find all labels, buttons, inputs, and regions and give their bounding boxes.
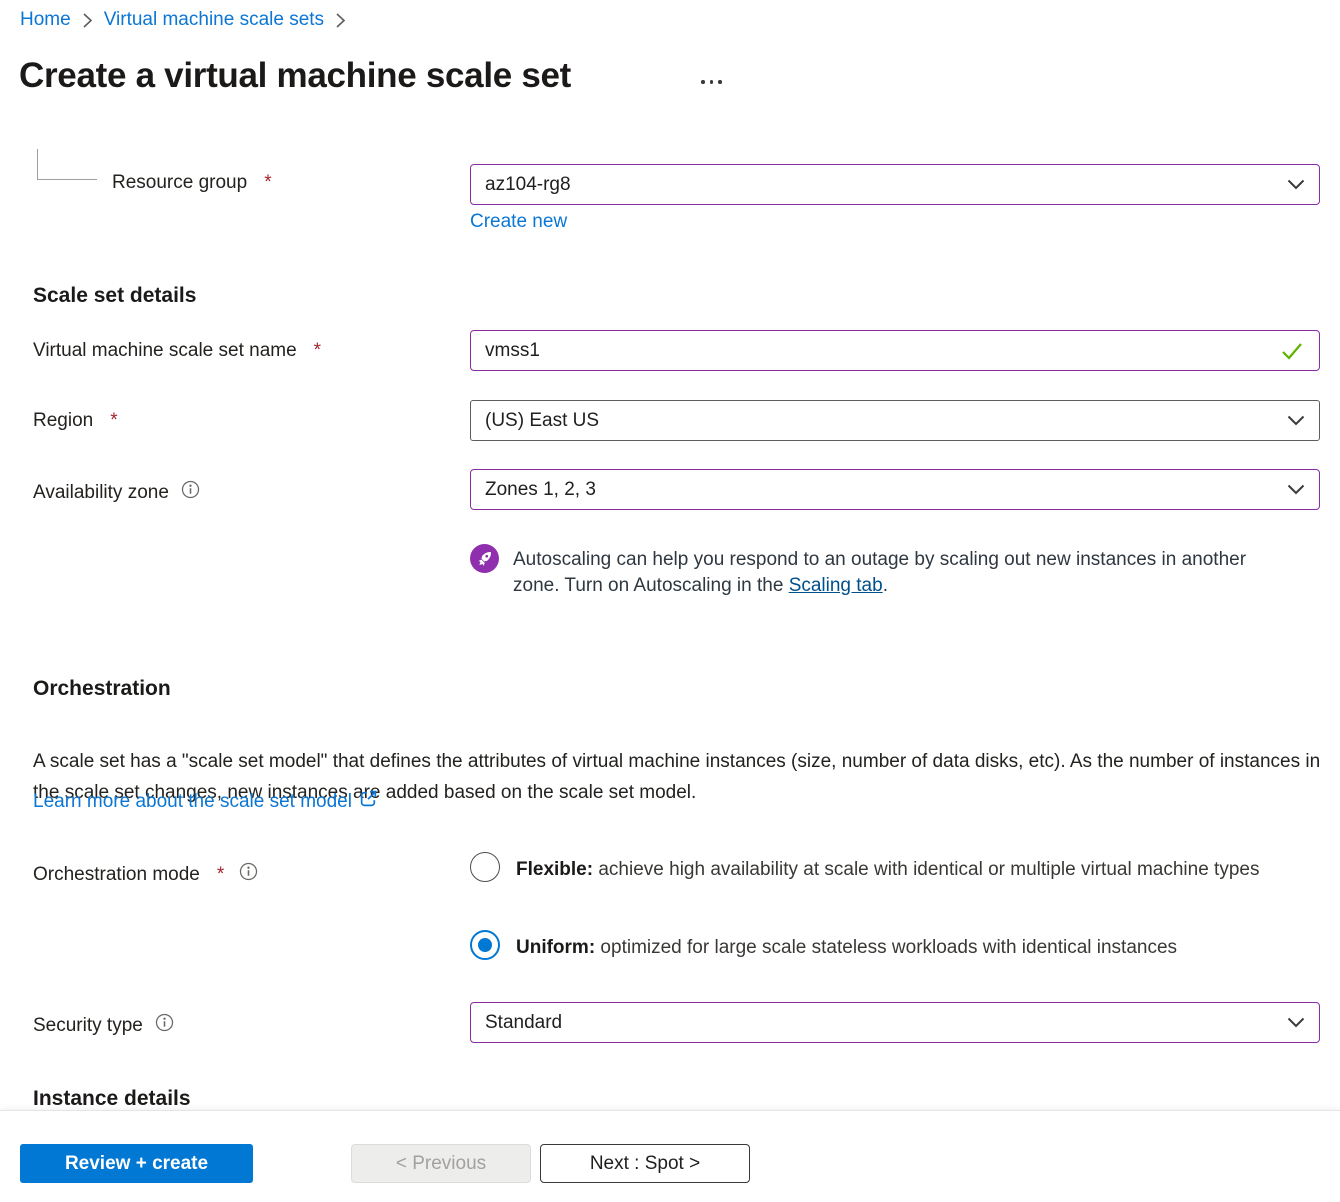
next-spot-button[interactable]: Next : Spot > bbox=[540, 1144, 750, 1183]
resource-group-value: az104-rg8 bbox=[485, 174, 571, 196]
external-link-icon bbox=[359, 789, 378, 814]
autoscaling-note: Autoscaling can help you respond to an o… bbox=[513, 547, 1258, 599]
required-asterisk: * bbox=[110, 410, 117, 432]
chevron-down-icon bbox=[1287, 415, 1305, 426]
previous-button[interactable]: < Previous bbox=[351, 1144, 531, 1183]
wizard-footer: Review + create < Previous Next : Spot > bbox=[0, 1110, 1340, 1202]
chevron-right-icon bbox=[82, 12, 93, 29]
vmss-name-label: Virtual machine scale set name* bbox=[33, 340, 321, 362]
info-icon[interactable] bbox=[239, 862, 258, 887]
availability-zone-dropdown[interactable]: Zones 1, 2, 3 bbox=[470, 469, 1320, 510]
breadcrumb: Home Virtual machine scale sets bbox=[20, 9, 346, 31]
availability-zone-value: Zones 1, 2, 3 bbox=[485, 479, 596, 501]
scaling-tab-link[interactable]: Scaling tab bbox=[789, 575, 883, 596]
breadcrumb-vmss[interactable]: Virtual machine scale sets bbox=[104, 9, 324, 31]
create-new-link[interactable]: Create new bbox=[470, 211, 567, 233]
valid-check-icon bbox=[1281, 342, 1303, 360]
region-label: Region* bbox=[33, 410, 118, 432]
review-create-button[interactable]: Review + create bbox=[20, 1144, 253, 1183]
info-icon[interactable] bbox=[155, 1013, 174, 1038]
security-type-label: Security type bbox=[33, 1013, 174, 1038]
learn-more-link[interactable]: Learn more about the scale set model bbox=[33, 789, 378, 814]
vmss-name-input[interactable] bbox=[470, 330, 1320, 371]
resource-group-dropdown[interactable]: az104-rg8 bbox=[470, 164, 1320, 205]
chevron-down-icon bbox=[1287, 484, 1305, 495]
indent-line bbox=[37, 149, 97, 180]
required-asterisk: * bbox=[314, 340, 321, 362]
create-vmss-page: Home Virtual machine scale sets Create a… bbox=[0, 0, 1340, 1202]
page-title: Create a virtual machine scale set bbox=[19, 56, 571, 96]
info-icon[interactable] bbox=[181, 480, 200, 505]
chevron-right-icon bbox=[335, 12, 346, 29]
more-options-icon[interactable] bbox=[697, 76, 726, 88]
region-value: (US) East US bbox=[485, 410, 599, 432]
orchestration-header: Orchestration bbox=[33, 677, 171, 701]
radio-uniform-label[interactable]: Uniform: optimized for large scale state… bbox=[516, 932, 1331, 963]
orchestration-mode-label: Orchestration mode* bbox=[33, 862, 258, 887]
region-dropdown[interactable]: (US) East US bbox=[470, 400, 1320, 441]
required-asterisk: * bbox=[217, 864, 224, 886]
security-type-value: Standard bbox=[485, 1012, 562, 1034]
rocket-icon bbox=[470, 544, 499, 573]
radio-flexible-label[interactable]: Flexible: achieve high availability at s… bbox=[516, 854, 1291, 885]
chevron-down-icon bbox=[1287, 1017, 1305, 1028]
radio-flexible[interactable] bbox=[470, 852, 500, 882]
instance-details-header: Instance details bbox=[33, 1087, 191, 1111]
required-asterisk: * bbox=[264, 172, 271, 194]
chevron-down-icon bbox=[1287, 179, 1305, 190]
radio-uniform[interactable] bbox=[470, 930, 500, 960]
availability-zone-label: Availability zone bbox=[33, 480, 200, 505]
scale-set-details-header: Scale set details bbox=[33, 284, 196, 308]
breadcrumb-home[interactable]: Home bbox=[20, 9, 71, 31]
resource-group-label: Resource group* bbox=[112, 172, 272, 194]
security-type-dropdown[interactable]: Standard bbox=[470, 1002, 1320, 1043]
